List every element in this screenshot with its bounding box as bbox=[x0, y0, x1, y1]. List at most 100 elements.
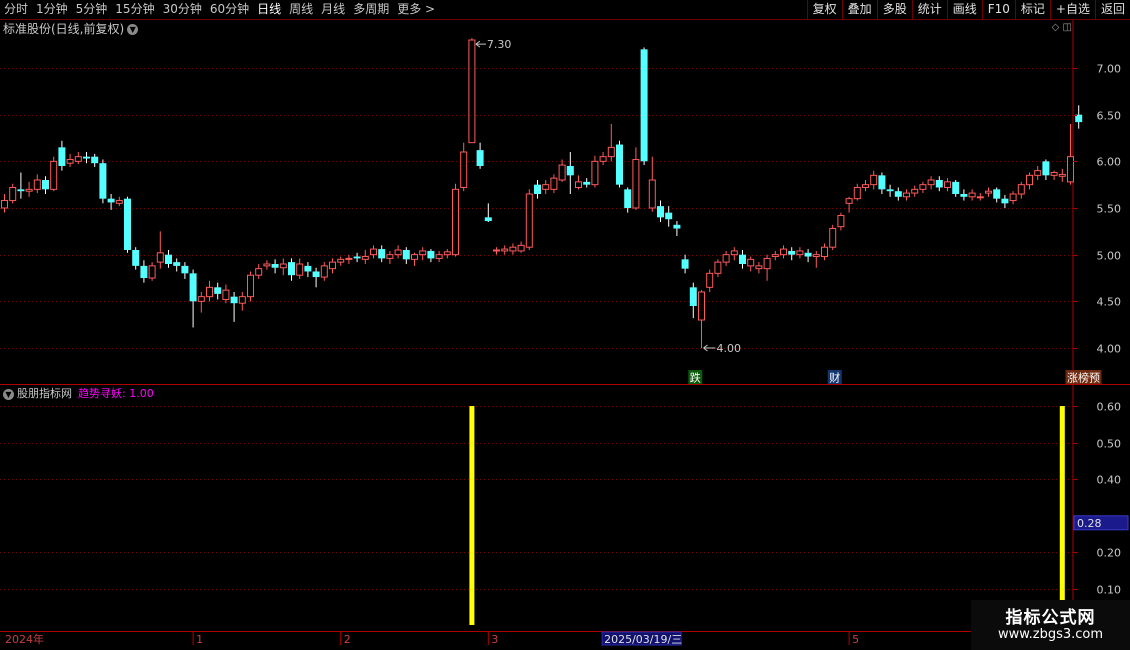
candle-16 bbox=[132, 247, 140, 270]
candle-body-14 bbox=[115, 200, 123, 204]
candle-0 bbox=[1, 194, 8, 213]
candle-body-101 bbox=[829, 228, 837, 248]
candle-6 bbox=[50, 156, 58, 192]
candle-81 bbox=[665, 206, 673, 227]
candle-9 bbox=[74, 152, 82, 165]
candle-106 bbox=[870, 170, 878, 190]
candle-body-9 bbox=[74, 156, 82, 162]
candle-body-84 bbox=[689, 287, 697, 306]
candle-body-3 bbox=[25, 188, 33, 192]
candle-body-75 bbox=[616, 144, 623, 185]
time-label-2: 2 bbox=[344, 633, 351, 646]
candle-13 bbox=[107, 194, 115, 210]
candle-body-94 bbox=[771, 254, 779, 258]
candle-body-41 bbox=[337, 258, 345, 263]
candle-99 bbox=[812, 250, 820, 268]
candle-83 bbox=[681, 254, 689, 274]
candle-body-80 bbox=[657, 206, 664, 218]
candle-body-7 bbox=[58, 147, 66, 166]
candle-body-128 bbox=[1050, 172, 1058, 176]
candle-body-67 bbox=[550, 177, 558, 190]
candle-126 bbox=[1034, 166, 1042, 180]
candle-61 bbox=[501, 245, 509, 255]
candle-body-82 bbox=[673, 224, 681, 229]
watermark-url: www.zbgs3.com bbox=[997, 627, 1104, 642]
candle-body-90 bbox=[739, 254, 746, 264]
candle-117 bbox=[960, 189, 968, 201]
candle-body-66 bbox=[542, 184, 550, 190]
indicator-tick-label-4: 0.10 bbox=[1097, 584, 1122, 597]
candle-31 bbox=[255, 264, 263, 279]
candle-body-60 bbox=[493, 249, 500, 252]
candle-123 bbox=[1009, 191, 1017, 205]
candle-body-104 bbox=[853, 186, 861, 200]
candle-body-69 bbox=[566, 166, 574, 176]
chart-annotations: 7.30 4.00 跌 财 涨榜预 bbox=[475, 38, 1102, 385]
candle-body-32 bbox=[263, 263, 271, 267]
candle-body-79 bbox=[648, 179, 656, 209]
candle-85 bbox=[698, 290, 705, 348]
candle-body-27 bbox=[222, 289, 230, 300]
candle-body-1 bbox=[9, 186, 17, 202]
candle-body-57 bbox=[468, 39, 476, 144]
indicator-bar-1 bbox=[1059, 406, 1065, 625]
candle-body-52 bbox=[427, 250, 435, 259]
time-label-4: 5 bbox=[852, 633, 859, 646]
candle-body-21 bbox=[173, 262, 181, 266]
price-tick-label-1: 6.50 bbox=[1097, 110, 1122, 123]
candle-body-114 bbox=[935, 180, 943, 188]
candle-36 bbox=[296, 258, 304, 279]
candle-body-12 bbox=[99, 163, 107, 199]
candle-body-40 bbox=[329, 261, 336, 270]
candle-39 bbox=[320, 262, 328, 281]
candle-body-118 bbox=[968, 192, 976, 198]
candle-34 bbox=[279, 258, 287, 276]
candle-body-47 bbox=[386, 254, 394, 259]
candle-18 bbox=[148, 262, 156, 281]
candle-27 bbox=[222, 284, 230, 304]
candle-3 bbox=[25, 181, 33, 197]
candle-109 bbox=[894, 187, 902, 201]
chevron-down-icon[interactable]: ▼ bbox=[3, 388, 14, 400]
candle-body-116 bbox=[952, 181, 960, 194]
candle-26 bbox=[214, 282, 222, 300]
high-price-label: 7.30 bbox=[487, 38, 512, 51]
candle-body-115 bbox=[944, 181, 951, 188]
candle-body-120 bbox=[985, 190, 992, 194]
candle-60 bbox=[493, 247, 500, 255]
candle-89 bbox=[730, 247, 738, 261]
indicator-bars bbox=[469, 406, 1065, 625]
indicator-current-value: 0.28 bbox=[1077, 517, 1102, 530]
candle-body-10 bbox=[83, 156, 90, 159]
candle-body-29 bbox=[238, 296, 246, 304]
indicator-title[interactable]: ▼ 股朋指标网 趋势寻妖: 1.00 bbox=[3, 387, 154, 401]
chart-canvas[interactable]: 7.00 6.50 6.00 5.50 5.00 4.50 4.00 0.60 0.50 0.4… bbox=[0, 0, 1130, 650]
indicator-tick-label-3: 0.20 bbox=[1097, 547, 1122, 560]
candle-body-89 bbox=[730, 250, 738, 256]
candle-120 bbox=[985, 187, 992, 197]
candle-body-124 bbox=[1017, 184, 1025, 195]
time-label-0: 2024年 bbox=[5, 632, 44, 646]
candle-131 bbox=[1075, 105, 1083, 129]
candle-body-68 bbox=[558, 164, 566, 181]
candle-101 bbox=[829, 224, 837, 250]
candle-body-30 bbox=[247, 274, 254, 298]
candle-body-100 bbox=[821, 246, 828, 258]
indicator-tick-label-0: 0.60 bbox=[1097, 401, 1122, 414]
candle-56 bbox=[460, 142, 468, 192]
indicator-tick-label-2: 0.40 bbox=[1097, 474, 1122, 487]
candle-125 bbox=[1026, 172, 1033, 190]
candle-body-54 bbox=[443, 251, 451, 256]
candle-body-99 bbox=[812, 254, 820, 258]
price-tick-label-3: 5.50 bbox=[1097, 203, 1122, 216]
candle-40 bbox=[329, 258, 336, 274]
candle-48 bbox=[394, 245, 402, 259]
candle-body-58 bbox=[476, 150, 484, 166]
candle-46 bbox=[378, 245, 386, 263]
indicator-tick-label-1: 0.50 bbox=[1097, 438, 1122, 451]
candle-body-39 bbox=[320, 265, 328, 278]
candle-body-28 bbox=[230, 296, 238, 304]
candle-body-93 bbox=[763, 257, 771, 270]
candle-body-4 bbox=[33, 179, 41, 190]
indicator-name: 趋势寻妖 bbox=[78, 387, 122, 400]
